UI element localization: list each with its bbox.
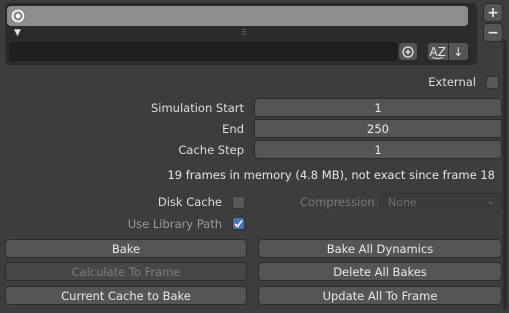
compression-value: None bbox=[388, 196, 417, 209]
external-checkbox[interactable] bbox=[486, 76, 499, 89]
cache-step-label: Cache Step bbox=[178, 143, 244, 157]
cache-filter-input[interactable] bbox=[9, 42, 397, 61]
compression-label: Compression bbox=[300, 195, 375, 209]
end-field[interactable]: 250 bbox=[254, 119, 502, 138]
update-all-to-frame-button[interactable]: Update All To Frame bbox=[258, 286, 502, 305]
filter-toggle-arrow-icon[interactable]: ▼ bbox=[14, 28, 21, 38]
checkmark-icon bbox=[234, 220, 243, 228]
external-label: External bbox=[428, 75, 476, 89]
bake-all-dynamics-button[interactable]: Bake All Dynamics bbox=[258, 239, 502, 258]
zoom-search-icon bbox=[402, 45, 414, 58]
simulation-start-field[interactable]: 1 bbox=[254, 98, 502, 117]
minus-icon: − bbox=[487, 24, 499, 41]
simulation-start-label: Simulation Start bbox=[150, 101, 244, 115]
list-resize-grip-icon[interactable]: ⠿ bbox=[241, 28, 248, 37]
chevron-down-icon: ⌄ bbox=[486, 196, 495, 207]
point-cache-icon bbox=[11, 9, 25, 23]
sort-buttons: A͜Z ↓ bbox=[427, 42, 469, 61]
cache-info-text: 19 frames in memory (4.8 MB), not exact … bbox=[167, 168, 495, 182]
plus-icon: + bbox=[487, 4, 499, 21]
cache-step-field[interactable]: 1 bbox=[254, 140, 502, 159]
use-library-path-checkbox[interactable] bbox=[232, 217, 245, 230]
remove-cache-button[interactable]: − bbox=[483, 23, 503, 42]
filter-options-button[interactable] bbox=[398, 42, 418, 61]
calculate-to-frame-button: Calculate To Frame bbox=[5, 262, 247, 281]
sort-alpha-icon[interactable]: A͜Z bbox=[428, 43, 448, 60]
delete-all-bakes-button[interactable]: Delete All Bakes bbox=[258, 262, 502, 281]
sort-order-icon[interactable]: ↓ bbox=[447, 43, 468, 60]
end-label: End bbox=[222, 122, 244, 136]
disk-cache-label: Disk Cache bbox=[157, 195, 222, 209]
current-cache-to-bake-button[interactable]: Current Cache to Bake bbox=[5, 286, 247, 305]
use-library-path-label: Use Library Path bbox=[127, 217, 222, 231]
bake-button[interactable]: Bake bbox=[5, 239, 247, 258]
compression-select: None ⌄ bbox=[380, 193, 502, 212]
cache-list-item[interactable] bbox=[7, 6, 468, 26]
disk-cache-checkbox[interactable] bbox=[232, 196, 245, 209]
add-cache-button[interactable]: + bbox=[483, 3, 503, 22]
